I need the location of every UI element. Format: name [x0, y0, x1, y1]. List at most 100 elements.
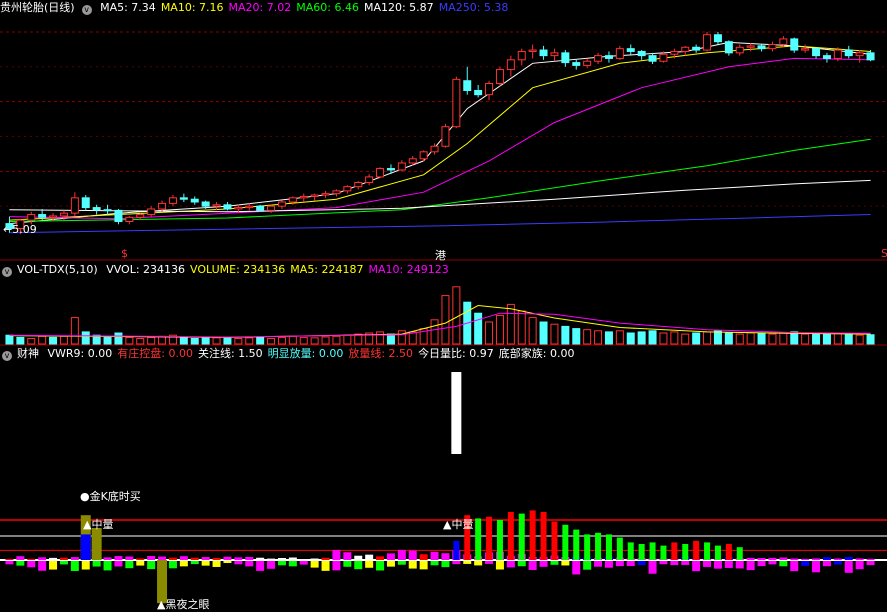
candle-body [201, 201, 210, 207]
volume-bar [485, 321, 494, 345]
indicator-small-bar [158, 556, 167, 560]
indicator-small-bar [692, 561, 701, 572]
indicator-bar [704, 542, 711, 560]
indicator-small-bar [38, 557, 47, 560]
volume-ma5-line [9, 304, 871, 338]
volume-bar [626, 332, 635, 345]
candle-body [659, 53, 668, 62]
indicator-small-bar [790, 561, 799, 572]
indicator-small-bar [485, 561, 494, 564]
volume-bar [550, 323, 559, 345]
indicator-small-bar [92, 561, 101, 567]
volume-bar [539, 321, 548, 345]
indicator-small-bar [354, 561, 363, 570]
volume-bar [495, 314, 504, 345]
chart-title: 贵州轮胎(日线) [0, 1, 75, 14]
legend-item: 关注线: 1.50 [197, 347, 263, 360]
indicator-small-bar [365, 554, 374, 560]
candle-body [397, 162, 406, 171]
indicator-small-bar [474, 561, 483, 566]
indicator-small-bar [757, 561, 766, 567]
candle-body [561, 52, 570, 64]
volume-bar [866, 334, 875, 345]
candle-body [648, 55, 657, 62]
indicator-small-bar [114, 556, 123, 560]
indicator-small-bar [234, 557, 243, 560]
indicator-bar [736, 547, 743, 560]
indicator-bar [649, 542, 656, 560]
volume-bar [299, 336, 308, 345]
indicator-small-bar [168, 557, 177, 560]
indicator-small-bar [561, 561, 570, 566]
volume-bar [136, 338, 145, 345]
indicator-small-bar [179, 556, 188, 560]
volume-bar [844, 333, 853, 345]
candle-body [354, 181, 363, 188]
indicator-small-bar [441, 561, 450, 568]
indicator-small-bar [147, 556, 156, 560]
candle-body [59, 212, 68, 217]
indicator-small-bar [16, 556, 25, 560]
volume-bar [713, 330, 722, 345]
candle-body [136, 214, 145, 218]
indicator-small-bar [16, 561, 25, 566]
indicator-small-bar [256, 557, 265, 560]
volume-bar [321, 336, 330, 345]
candle-body [376, 168, 385, 178]
indicator-small-bar [288, 561, 297, 567]
volume-bar [38, 335, 47, 345]
candle-body [713, 34, 722, 43]
chevron-down-icon[interactable]: v [2, 351, 12, 361]
indicator-small-bar [267, 561, 276, 569]
indicator-small-bar [277, 558, 286, 560]
volume-bar [81, 331, 90, 345]
volume-bar [201, 336, 210, 345]
candle-body [332, 190, 341, 195]
indicator-bar [725, 544, 732, 560]
candle-body [70, 197, 79, 214]
indicator-small-bar [801, 558, 810, 560]
indicator-small-bar [572, 561, 581, 575]
indicator-small-bar [343, 552, 352, 560]
candle-body [474, 89, 483, 96]
chevron-down-icon[interactable]: v [81, 5, 92, 15]
candle-body [277, 201, 286, 207]
indicator-small-bar [419, 561, 428, 570]
ma5-line [9, 41, 871, 225]
legend-item: MA10: 7.16 [160, 1, 224, 14]
candle-body [212, 204, 221, 207]
indicator-small-bar [49, 561, 58, 570]
indicator-bar [540, 512, 547, 560]
indicator-small-bar [299, 558, 308, 560]
volume-bar [801, 333, 810, 345]
candle-body [550, 52, 559, 57]
volume-bar [812, 332, 821, 345]
candle-body [790, 38, 799, 51]
indicator-small-bar [299, 561, 308, 565]
indicator-small-bar [452, 561, 461, 565]
indicator-bar [616, 537, 623, 560]
indicator-small-bar [70, 557, 79, 560]
candle-body [757, 45, 766, 50]
indicator-small-bar [419, 554, 428, 560]
indicator-small-bar [365, 561, 374, 568]
indicator-small-bar [49, 557, 58, 560]
indicator-small-bar [768, 557, 777, 560]
indicator-small-bar [594, 561, 603, 567]
indicator-small-bar [27, 558, 36, 560]
candle-body [670, 50, 679, 55]
indicator-bar [682, 544, 689, 560]
volume-bar [27, 338, 36, 345]
volume-bar [648, 330, 657, 345]
indicator-small-bar [136, 561, 145, 566]
indicator-small-bar [321, 561, 330, 571]
candle-body [463, 80, 472, 91]
indicator-small-bar [168, 561, 177, 569]
volume-bar [343, 334, 352, 345]
indicator-bar [507, 512, 514, 560]
indicator-small-bar [376, 561, 385, 571]
indicator-small-bar [822, 561, 831, 567]
indicator-small-bar [201, 561, 210, 566]
indicator-bar [496, 520, 503, 560]
chevron-down-icon[interactable]: v [2, 267, 12, 277]
